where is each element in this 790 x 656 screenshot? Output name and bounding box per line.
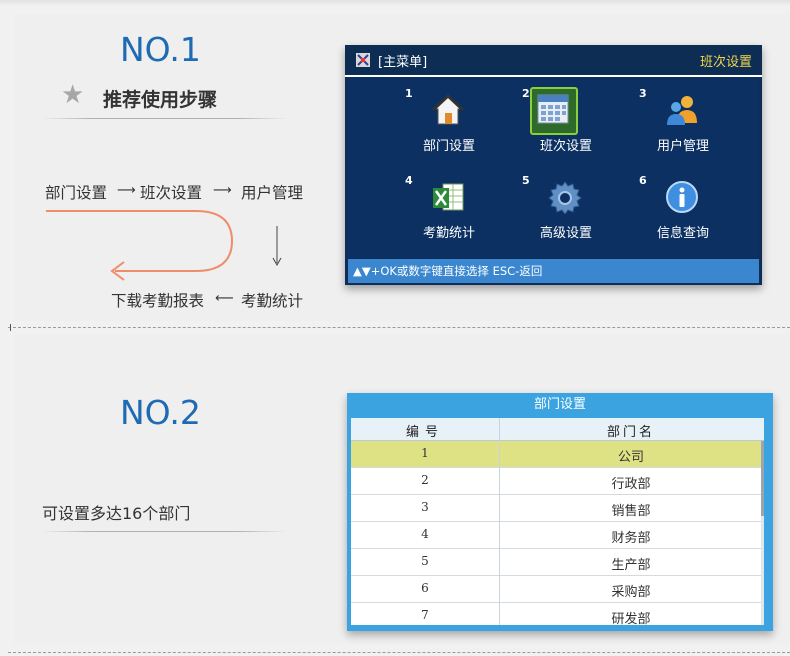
users-icon (667, 96, 697, 125)
menu-item-info[interactable]: 6 信息查询 (639, 174, 757, 254)
menu-item-label: 高级设置 (539, 226, 592, 241)
row-id: 6 (421, 581, 429, 595)
menu-item-label: 信息查询 (656, 226, 709, 241)
house-icon (431, 93, 465, 125)
menu-item-stats[interactable]: 4 考勤统计 (405, 174, 523, 254)
column-divider (499, 418, 500, 625)
table-row[interactable]: 3 销售部 (351, 495, 764, 522)
header-dept-name: 部门名 (606, 425, 655, 440)
dept-table-header: 编号 部门名 (351, 418, 764, 441)
excel-icon (433, 183, 464, 211)
calendar-icon (537, 94, 569, 124)
flow-arrow-left: ⟵ (215, 291, 234, 306)
table-row[interactable]: 1 公司 (351, 441, 764, 468)
table-row[interactable]: 4 财务部 (351, 522, 764, 549)
menu-item-number: 1 (405, 87, 413, 100)
table-row[interactable]: 7 研发部 (351, 603, 764, 625)
menu-item-number: 2 (522, 87, 530, 100)
main-menu-titlebar: [主菜单] 班次设置 (345, 45, 762, 77)
main-menu-screen: [主菜单] 班次设置 1 部门设置 2 班次设置 3 用户管理 4 考勤统计 5… (345, 45, 762, 285)
menu-item-number: 5 (522, 174, 530, 187)
menu-item-label: 考勤统计 (422, 226, 475, 241)
table-row[interactable]: 6 采购部 (351, 576, 764, 603)
menu-item-number: 6 (639, 174, 647, 187)
row-dept-name: 公司 (617, 450, 644, 465)
section2-description: 可设置多达16个部门 (42, 504, 191, 523)
row-dept-name: 采购部 (611, 585, 651, 600)
selected-item-label: 班次设置 (699, 55, 752, 70)
menu-item-advanced[interactable]: 5 高级设置 (522, 174, 640, 254)
flow-curve-arrow (46, 210, 234, 272)
bottom-divider (8, 652, 790, 653)
row-id: 5 (421, 554, 429, 568)
dept-settings-screen: 部门设置 编号 部门名 1 公司 2 行政部 3 销售部 4 财务部 5 生产部… (347, 393, 773, 631)
description-underline (42, 531, 287, 532)
main-menu-footer: ▲▼+OK或数字键直接选择 ESC-返回 (348, 259, 759, 283)
row-dept-name: 销售部 (611, 504, 651, 519)
row-id: 3 (421, 500, 429, 514)
main-menu-grid: 1 部门设置 2 班次设置 3 用户管理 4 考勤统计 5 高级设置 6 信息查… (348, 77, 759, 258)
gear-icon (548, 181, 582, 214)
row-id: 2 (421, 473, 429, 487)
menu-app-icon (356, 53, 370, 67)
table-row[interactable]: 2 行政部 (351, 468, 764, 495)
flow-step-stats: 考勤统计 (241, 292, 304, 310)
info-icon (666, 181, 698, 213)
dept-table: 编号 部门名 1 公司 2 行政部 3 销售部 4 财务部 5 生产部 6 采购… (351, 418, 764, 625)
table-scrollbar-thumb[interactable] (761, 441, 764, 516)
row-dept-name: 生产部 (611, 558, 651, 573)
row-id: 4 (421, 527, 429, 541)
menu-item-label: 部门设置 (422, 139, 475, 154)
menu-item-label: 用户管理 (656, 139, 709, 154)
row-dept-name: 研发部 (611, 612, 651, 625)
menu-item-user[interactable]: 3 用户管理 (639, 87, 757, 167)
menu-item-dept[interactable]: 1 部门设置 (405, 87, 523, 167)
section2-number: NO.2 (120, 393, 201, 432)
menu-item-number: 4 (405, 174, 413, 187)
header-id: 编号 (405, 425, 444, 440)
table-row[interactable]: 5 生产部 (351, 549, 764, 576)
flow-step-report: 下载考勤报表 (111, 292, 205, 310)
row-id: 7 (421, 608, 429, 622)
footer-hint: ▲▼+OK或数字键直接选择 ESC-返回 (353, 264, 543, 278)
row-dept-name: 财务部 (611, 531, 651, 546)
main-menu-title: [主菜单] (378, 55, 428, 70)
menu-item-label: 班次设置 (539, 139, 592, 154)
dept-settings-title: 部门设置 (533, 397, 586, 412)
menu-item-shift[interactable]: 2 班次设置 (522, 87, 640, 167)
row-id: 1 (421, 446, 429, 460)
row-dept-name: 行政部 (611, 477, 651, 492)
menu-item-number: 3 (639, 87, 647, 100)
